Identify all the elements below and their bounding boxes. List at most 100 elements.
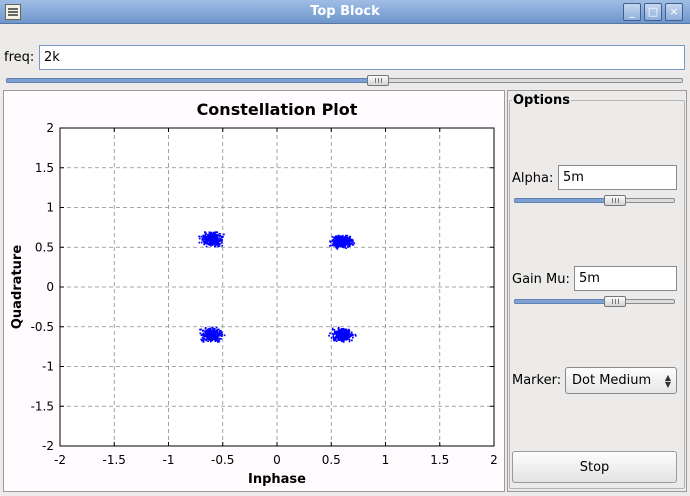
stop-button[interactable]: Stop: [512, 451, 677, 483]
data-point: [217, 234, 220, 237]
data-point: [200, 241, 203, 244]
x-axis-label: Inphase: [248, 472, 306, 487]
data-point: [198, 241, 201, 244]
gain-mu-slider-thumb[interactable]: [604, 296, 627, 307]
marker-select[interactable]: Dot Medium ▲ ▼: [565, 367, 677, 394]
data-point: [215, 335, 217, 338]
data-point: [216, 331, 218, 334]
x-tick-label: -1.5: [103, 453, 126, 467]
data-point: [221, 238, 223, 241]
data-point: [215, 237, 217, 239]
data-point: [333, 238, 335, 240]
data-point: [208, 231, 211, 234]
data-point: [352, 241, 354, 243]
data-point: [333, 243, 336, 245]
data-point: [209, 334, 212, 337]
y-tick-label: -2: [42, 439, 54, 453]
data-point: [202, 238, 205, 241]
maximize-button[interactable]: □: [644, 3, 662, 21]
data-point: [209, 327, 212, 330]
data-point: [350, 242, 353, 245]
minimize-button[interactable]: _: [623, 3, 641, 21]
data-point: [333, 329, 336, 331]
data-point: [331, 236, 334, 238]
data-point: [210, 241, 213, 244]
data-point: [336, 235, 339, 238]
data-point: [219, 240, 222, 243]
y-tick-label: -1.5: [31, 399, 54, 413]
gain-mu-input[interactable]: [574, 266, 677, 291]
data-point: [219, 242, 221, 245]
data-point: [340, 242, 343, 245]
data-point: [201, 339, 203, 342]
data-point: [202, 234, 205, 237]
data-point: [212, 331, 215, 334]
data-point: [199, 328, 201, 331]
x-tick-label: -0.5: [211, 453, 234, 467]
data-point: [204, 327, 207, 330]
data-point: [207, 328, 209, 331]
data-point: [218, 331, 221, 334]
data-point: [223, 233, 225, 236]
data-point: [334, 331, 336, 334]
data-point: [198, 235, 201, 238]
y-tick-label: 1: [46, 201, 54, 215]
data-point: [338, 239, 341, 242]
data-point: [350, 331, 353, 334]
gain-mu-slider[interactable]: [514, 296, 675, 307]
data-point: [214, 235, 216, 238]
data-point: [211, 338, 213, 341]
alpha-slider-thumb[interactable]: [604, 195, 627, 206]
data-point: [342, 244, 344, 246]
data-point: [220, 335, 223, 337]
data-point: [214, 332, 217, 335]
data-point: [328, 334, 330, 337]
data-point: [342, 341, 345, 343]
data-point: [218, 232, 221, 235]
title-bar: Top Block _ □ ×: [0, 0, 690, 24]
freq-slider[interactable]: [6, 75, 683, 86]
data-point: [220, 235, 222, 238]
x-tick-label: 1: [382, 453, 390, 467]
data-point: [198, 237, 201, 240]
data-point: [206, 330, 209, 332]
data-point: [340, 340, 343, 343]
data-point: [204, 233, 207, 236]
data-point: [210, 231, 213, 234]
data-point: [343, 328, 346, 331]
alpha-slider[interactable]: [514, 195, 675, 206]
data-point: [339, 235, 342, 238]
data-point: [217, 239, 220, 242]
select-arrows-icon: ▲ ▼: [664, 373, 672, 389]
marker-label: Marker:: [512, 373, 562, 388]
data-point: [334, 245, 337, 247]
alpha-input[interactable]: [558, 165, 677, 190]
data-point: [200, 235, 203, 238]
data-point: [205, 245, 208, 248]
data-point: [334, 235, 337, 238]
data-point: [333, 332, 336, 335]
chart-title: Constellation Plot: [197, 100, 358, 119]
data-point: [205, 235, 208, 238]
data-point: [337, 330, 340, 333]
data-point: [335, 332, 338, 335]
data-point: [331, 240, 334, 242]
data-point: [351, 339, 353, 342]
data-point: [335, 330, 338, 333]
data-point: [214, 231, 216, 234]
data-point: [215, 326, 218, 329]
data-point: [345, 335, 348, 338]
data-point: [205, 331, 208, 334]
y-tick-label: 2: [46, 121, 54, 135]
data-point: [336, 248, 339, 250]
data-point: [349, 243, 352, 246]
y-tick-label: -1: [42, 360, 54, 374]
data-point: [346, 337, 348, 340]
freq-input[interactable]: [39, 45, 685, 70]
freq-slider-thumb[interactable]: [367, 75, 390, 86]
data-point: [351, 333, 353, 335]
data-point: [346, 244, 348, 246]
close-button[interactable]: ×: [665, 3, 683, 21]
data-point: [209, 235, 212, 238]
x-tick-label: -1: [163, 453, 175, 467]
